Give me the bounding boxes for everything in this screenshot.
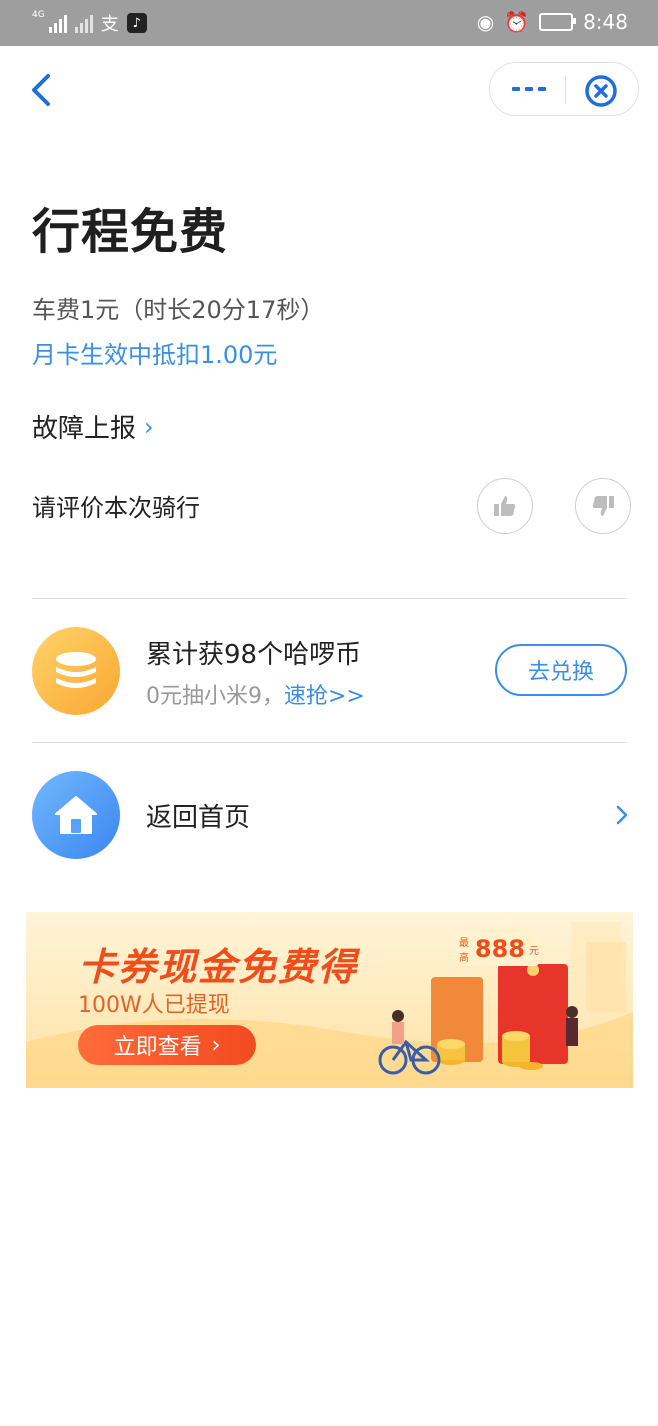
fare-line: 车费1元（时长20分17秒） [32, 296, 325, 324]
promo-banner[interactable]: 卡券现金免费得 100W人已提现 立即查看 › 最高 888 元 [26, 912, 633, 1088]
coins-title: 累计获98个哈啰币 [146, 640, 362, 670]
coins-subtitle: 0元抽小米9，速抢>> [146, 678, 365, 710]
chevron-right-icon: › [211, 1032, 221, 1058]
chevron-right-icon [616, 805, 628, 825]
status-left: 4G 支 ♪ [32, 10, 147, 36]
coins-promo-link[interactable]: 速抢>> [284, 684, 365, 709]
badge-prefix: 最高 [459, 938, 469, 964]
banner-subtitle: 100W人已提现 [78, 993, 230, 1018]
page-title: 行程免费 [32, 204, 229, 260]
max-amount-badge: 最高 888 元 [459, 932, 539, 966]
close-circle-icon [585, 75, 617, 107]
divider [32, 742, 627, 743]
status-right: ◉ ⏰ 8:48 [477, 10, 628, 34]
fault-report-label: 故障上报 [32, 414, 137, 444]
rating-prompt: 请评价本次骑行 [32, 494, 200, 522]
badge-unit: 元 [529, 945, 539, 957]
back-button[interactable] [28, 70, 58, 110]
thumbs-down-icon [592, 496, 614, 516]
badge-amount: 888 [474, 935, 525, 963]
alipay-icon: 支 [100, 14, 119, 35]
close-button[interactable] [584, 74, 618, 108]
thumbs-up-icon [494, 496, 516, 516]
alarm-icon: ⏰ [504, 10, 530, 34]
return-home-label: 返回首页 [146, 803, 251, 833]
signal-icon-2 [74, 13, 93, 33]
banner-title: 卡券现金免费得 [78, 945, 359, 989]
capsule-divider [565, 76, 566, 104]
redeem-button[interactable]: 去兑换 [495, 644, 627, 696]
banner-button-label: 立即查看 [113, 1035, 202, 1060]
banner-view-button[interactable]: 立即查看 › [78, 1025, 256, 1065]
coin-stack-icon [32, 627, 120, 715]
battery-icon [539, 13, 577, 31]
coins-promo-text: 0元抽小米9， [146, 684, 284, 709]
eye-icon: ◉ [476, 10, 495, 34]
signal-icon [48, 13, 67, 33]
status-bar: 4G 支 ♪ ◉ ⏰ 8:48 [0, 0, 658, 46]
mini-program-capsule [489, 62, 639, 116]
fault-report-link[interactable]: 故障上报 › [32, 408, 154, 445]
more-button[interactable] [512, 79, 552, 99]
chevron-right-icon: › [144, 412, 154, 441]
thumbs-up-button[interactable] [477, 478, 533, 534]
tiktok-icon: ♪ [126, 13, 147, 33]
home-icon [32, 771, 120, 859]
monthly-card-line: 月卡生效中抵扣1.00元 [32, 341, 278, 369]
clock: 8:48 [583, 10, 628, 34]
divider [32, 598, 627, 599]
chevron-left-icon [32, 74, 50, 106]
network-type: 4G [32, 10, 45, 20]
thumbs-down-button[interactable] [575, 478, 631, 534]
